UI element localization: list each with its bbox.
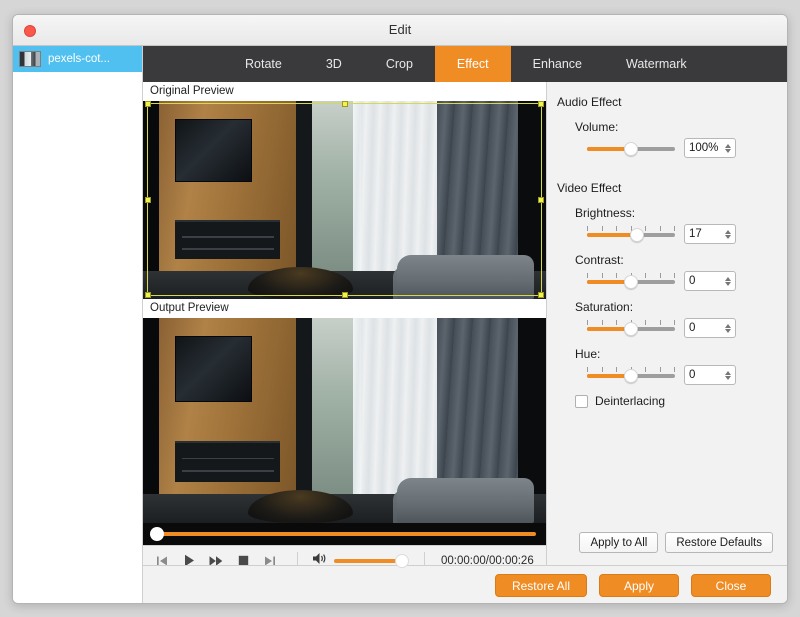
scrubber-knob[interactable] (150, 527, 164, 541)
apply-to-all-button[interactable]: Apply to All (579, 532, 659, 553)
hue-control-row: 0 (587, 365, 773, 385)
volume-slider[interactable] (587, 140, 675, 156)
contrast-control-row: 0 (587, 271, 773, 291)
saturation-slider[interactable] (587, 320, 675, 336)
tab-rotate[interactable]: Rotate (223, 46, 304, 82)
volume-value: 100% (689, 142, 719, 154)
settings-action-buttons: Apply to All Restore Defaults (547, 532, 787, 565)
tab-crop[interactable]: Crop (364, 46, 435, 82)
saturation-label: Saturation: (575, 300, 634, 314)
original-preview-label: Original Preview (143, 82, 546, 101)
brightness-stepper[interactable]: 17 (684, 224, 736, 244)
volume-control-row: 100% (587, 138, 773, 158)
original-preview-image (143, 101, 546, 299)
brightness-slider[interactable] (587, 226, 675, 242)
restore-all-button[interactable]: Restore All (494, 574, 587, 597)
tab-enhance[interactable]: Enhance (511, 46, 604, 82)
tab-bar-spacer (143, 46, 223, 82)
video-thumbnail-icon (19, 51, 41, 67)
player-volume-knob[interactable] (395, 553, 409, 568)
contrast-value: 0 (689, 275, 696, 287)
contrast-stepper[interactable]: 0 (684, 271, 736, 291)
hue-value: 0 (689, 369, 696, 381)
hue-stepper-arrows[interactable] (725, 370, 731, 380)
tab-effect[interactable]: Effect (434, 46, 511, 82)
settings-scroll-area: Audio Effect Volume: 100% Video Effect B… (547, 82, 787, 532)
tab-3d[interactable]: 3D (304, 46, 364, 82)
brightness-stepper-arrows[interactable] (725, 229, 731, 239)
hue-stepper[interactable]: 0 (684, 365, 736, 385)
panes: Original Preview Output Preview 00:00:00… (143, 82, 787, 575)
volume-label: Volume: (575, 120, 619, 134)
main-content: Rotate 3D Crop Effect Enhance Watermark … (143, 46, 787, 603)
volume-stepper-arrows[interactable] (725, 143, 731, 153)
window-title: Edit (388, 22, 412, 37)
effect-settings-panel: Audio Effect Volume: 100% Video Effect B… (547, 82, 787, 565)
scrubber-track[interactable] (157, 532, 536, 536)
output-preview-image (143, 318, 546, 523)
contrast-label: Contrast: (575, 253, 624, 267)
audio-effect-heading: Audio Effect (557, 95, 622, 109)
contrast-slider[interactable] (587, 273, 675, 289)
sidebar-item-video[interactable]: pexels-cot... (13, 46, 142, 72)
playback-scrubber[interactable] (143, 523, 546, 545)
file-list-sidebar: pexels-cot... (13, 46, 143, 603)
brightness-control-row: 17 (587, 224, 773, 244)
brightness-label: Brightness: (575, 206, 636, 220)
contrast-slider-knob[interactable] (624, 275, 638, 289)
saturation-control-row: 0 (587, 318, 773, 338)
deinterlacing-row[interactable]: Deinterlacing (575, 394, 773, 408)
volume-stepper[interactable]: 100% (684, 138, 736, 158)
hue-slider[interactable] (587, 367, 675, 383)
output-preview[interactable] (143, 318, 546, 523)
saturation-value: 0 (689, 322, 696, 334)
tab-watermark[interactable]: Watermark (604, 46, 709, 82)
sidebar-item-label: pexels-cot... (48, 53, 110, 65)
tab-bar: Rotate 3D Crop Effect Enhance Watermark (143, 46, 787, 82)
deinterlacing-label: Deinterlacing (595, 394, 666, 408)
deinterlacing-checkbox[interactable] (575, 394, 588, 408)
saturation-slider-knob[interactable] (624, 322, 638, 336)
hue-label: Hue: (575, 347, 601, 361)
close-button[interactable]: Close (691, 574, 771, 597)
title-bar: Edit (13, 15, 787, 46)
hue-slider-knob[interactable] (624, 369, 638, 383)
brightness-slider-knob[interactable] (630, 228, 645, 242)
video-effect-heading: Video Effect (557, 181, 622, 195)
contrast-stepper-arrows[interactable] (725, 276, 731, 286)
footer-bar: Restore All Apply Close (143, 565, 787, 603)
output-preview-label: Output Preview (143, 299, 546, 318)
saturation-stepper-arrows[interactable] (725, 323, 731, 333)
restore-defaults-button[interactable]: Restore Defaults (665, 532, 773, 553)
player-volume-track[interactable] (334, 553, 409, 568)
window-body: pexels-cot... Rotate 3D Crop Effect Enha… (13, 46, 787, 603)
brightness-value: 17 (689, 228, 702, 240)
volume-slider-knob[interactable] (624, 142, 638, 156)
saturation-stepper[interactable]: 0 (684, 318, 736, 338)
edit-window: Edit pexels-cot... Rotate 3D Crop Effect… (12, 14, 788, 604)
preview-column: Original Preview Output Preview 00:00:00… (143, 82, 547, 575)
original-preview[interactable] (143, 101, 546, 299)
apply-button[interactable]: Apply (599, 574, 679, 597)
